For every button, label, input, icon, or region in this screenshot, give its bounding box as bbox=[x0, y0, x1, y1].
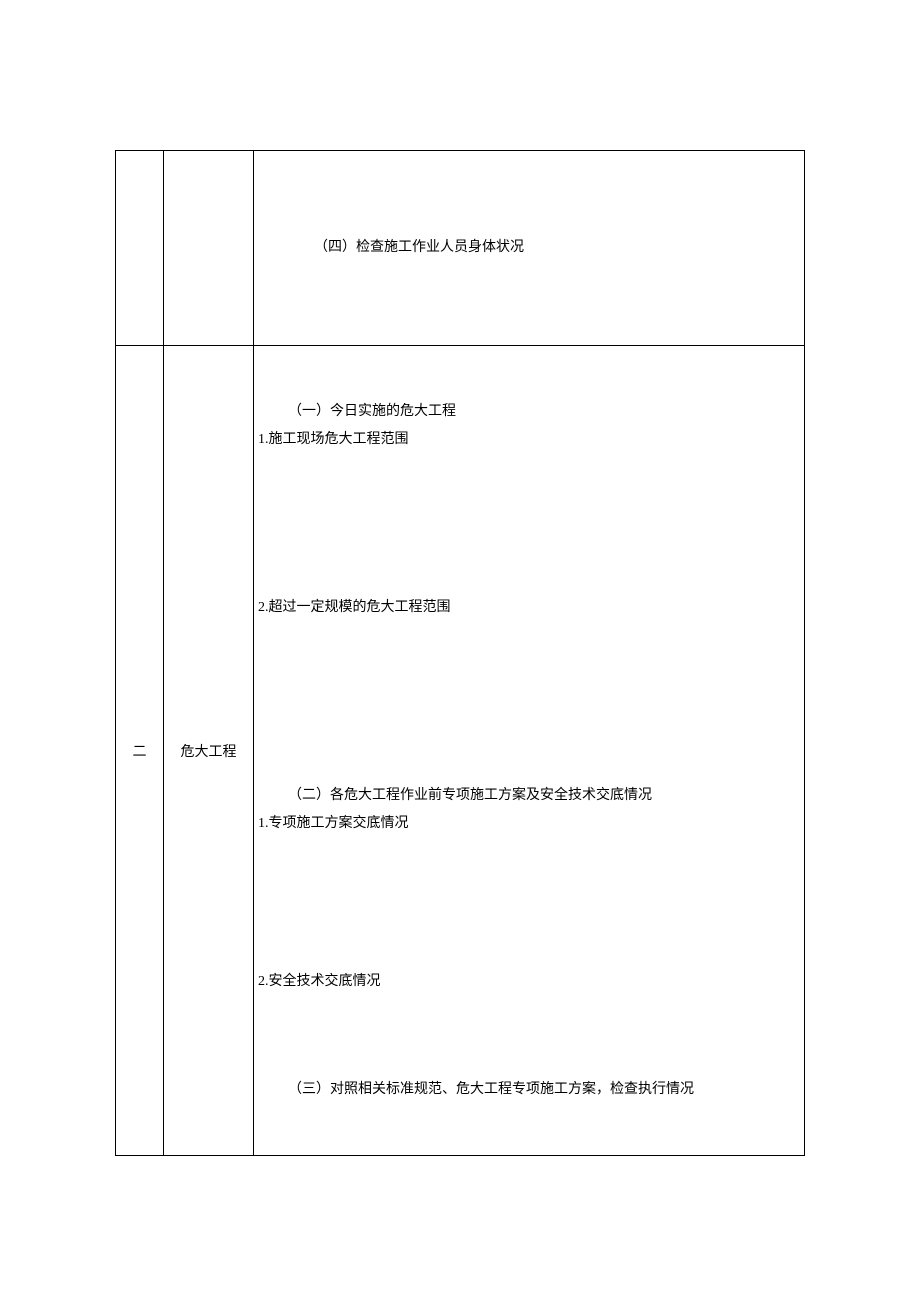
row-content-cell: （一）今日实施的危大工程 1.施工现场危大工程范围 2.超过一定规模的危大工程范… bbox=[254, 346, 805, 1156]
section-item: 1.专项施工方案交底情况 bbox=[258, 810, 800, 838]
section-item: 1.施工现场危大工程范围 bbox=[258, 426, 800, 454]
document-page: （四）检查施工作业人员身体状况 二 危大工程 （一）今日实施的危大工程 1.施工… bbox=[0, 0, 920, 1306]
table-row: （四）检查施工作业人员身体状况 bbox=[116, 151, 805, 346]
section-title: （三）对照相关标准规范、危大工程专项施工方案，检查执行情况 bbox=[258, 1076, 800, 1104]
row-number-text: 二 bbox=[133, 745, 147, 760]
row-content-cell: （四）检查施工作业人员身体状况 bbox=[254, 151, 805, 346]
section-item: 2.超过一定规模的危大工程范围 bbox=[258, 594, 800, 622]
row-category-cell bbox=[164, 151, 254, 346]
row-number-cell: 二 bbox=[116, 346, 164, 1156]
row-category-text: 危大工程 bbox=[181, 745, 237, 760]
row-number-cell bbox=[116, 151, 164, 346]
section-item: 2.安全技术交底情况 bbox=[258, 968, 800, 996]
section-title: （一）今日实施的危大工程 bbox=[258, 398, 800, 426]
row-category-cell: 危大工程 bbox=[164, 346, 254, 1156]
table-row: 二 危大工程 （一）今日实施的危大工程 1.施工现场危大工程范围 2.超过一定规… bbox=[116, 346, 805, 1156]
section-title: （二）各危大工程作业前专项施工方案及安全技术交底情况 bbox=[258, 782, 800, 810]
inspection-table: （四）检查施工作业人员身体状况 二 危大工程 （一）今日实施的危大工程 1.施工… bbox=[115, 150, 805, 1156]
section-title: （四）检查施工作业人员身体状况 bbox=[284, 234, 524, 262]
